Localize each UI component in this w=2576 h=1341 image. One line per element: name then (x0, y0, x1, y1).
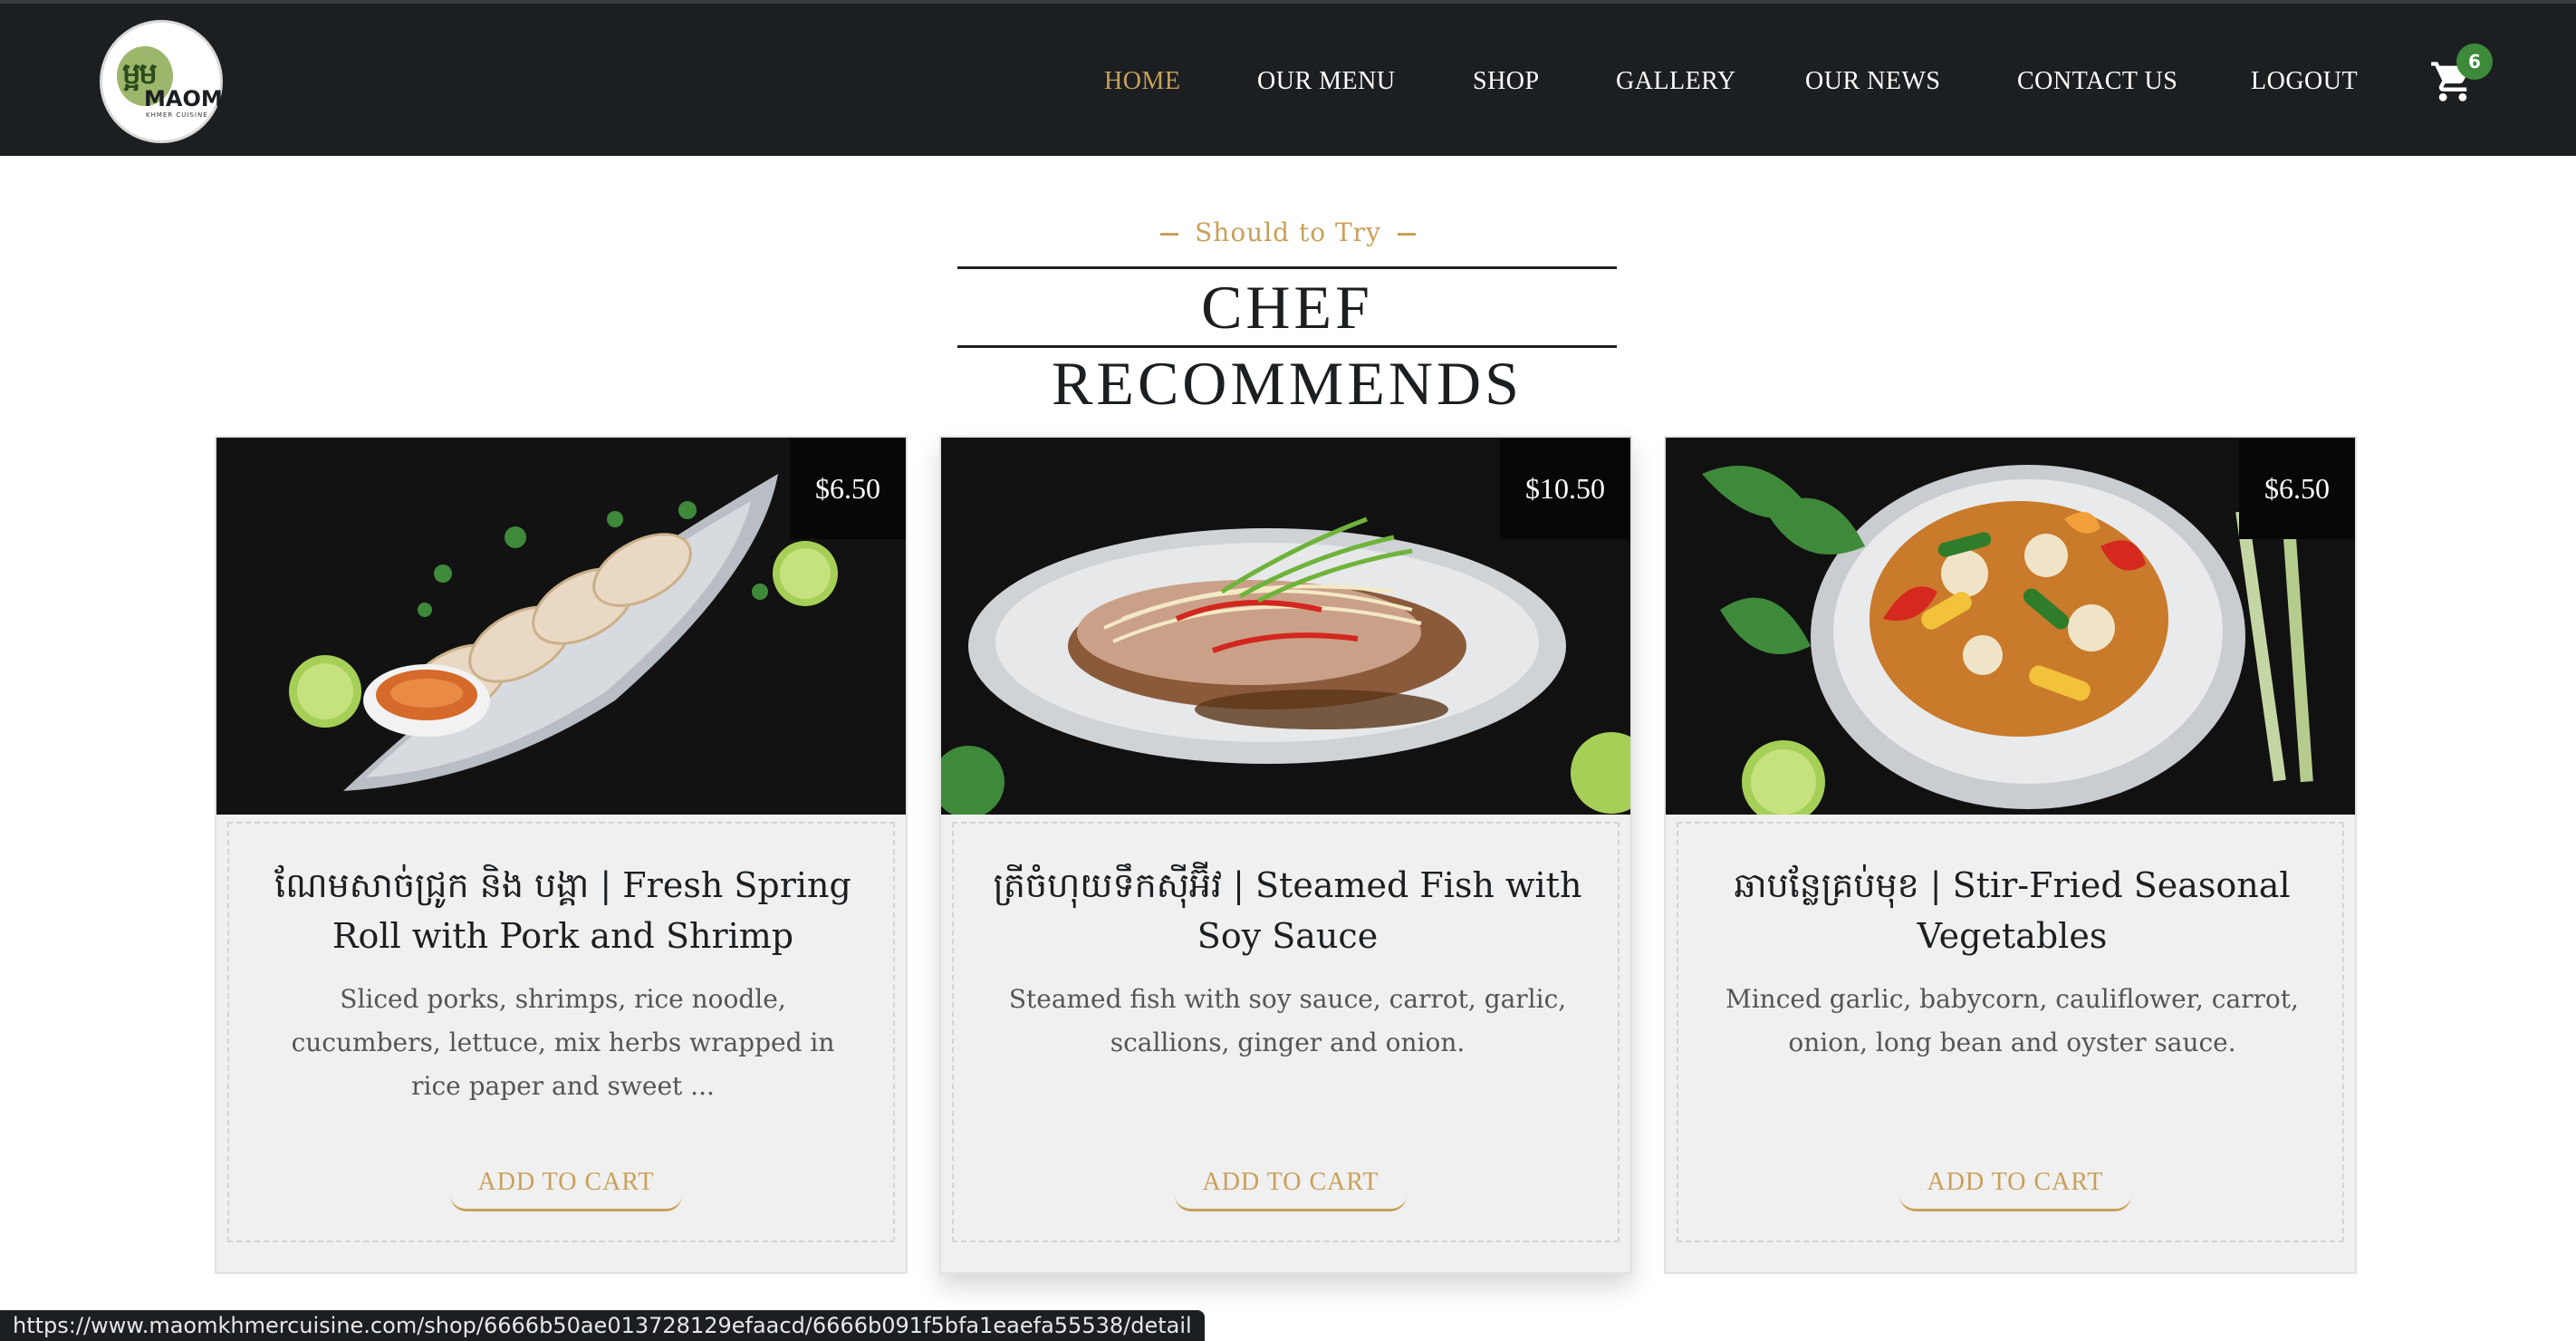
section-eyebrow: Should to Try (0, 217, 2576, 247)
nav-shop[interactable]: SHOP (1473, 67, 1540, 96)
nav-our-menu[interactable]: OUR MENU (1257, 67, 1396, 96)
cart-count-badge: 6 (2456, 43, 2493, 80)
dish-title[interactable]: ឆាបន្លែគ្រប់មុខ | Stir-Fried Seasonal Ve… (1706, 860, 2319, 961)
product-card-stir-fried-vegetables: $6.50 ឆាបន្លែគ្រប់មុខ | Stir-Fried Seaso… (1664, 436, 2357, 1274)
price-tag: $10.50 (1500, 438, 1630, 539)
card-body: ណែមសាច់ជ្រូក និង បង្គា | Fresh Spring Ro… (227, 822, 895, 1242)
dish-description: Minced garlic, babycorn, cauliflower, ca… (1725, 984, 2299, 1057)
add-to-cart-button[interactable]: ADD TO CART (1175, 1157, 1407, 1211)
card-body: ឆាបន្លែគ្រប់មុខ | Stir-Fried Seasonal Ve… (1677, 822, 2344, 1242)
nav-contact-us[interactable]: CONTACT US (2017, 67, 2177, 96)
product-card-steamed-fish: $10.50 ត្រីចំហុយទឹកស៊ីអ៊ីវ | Steamed Fis… (939, 436, 1632, 1274)
section-title: CHEF RECOMMENDS (957, 266, 1617, 418)
product-image-steamed-fish[interactable]: $10.50 (941, 438, 1630, 815)
add-to-cart-button[interactable]: ADD TO CART (450, 1157, 682, 1211)
dish-title[interactable]: ត្រីចំហុយទឹកស៊ីអ៊ីវ | Steamed Fish with … (981, 860, 1594, 961)
nav-our-news[interactable]: OUR NEWS (1805, 67, 1940, 96)
price-tag: $6.50 (2239, 438, 2355, 539)
logo-wordmark: MAOM (144, 86, 223, 111)
card-body: ត្រីចំហុយទឹកស៊ីអ៊ីវ | Steamed Fish with … (952, 822, 1620, 1242)
dish-title[interactable]: ណែមសាច់ជ្រូក និង បង្គា | Fresh Spring Ro… (256, 860, 870, 961)
nav-gallery[interactable]: GALLERY (1616, 67, 1736, 96)
product-image-stir-fried-vegetables[interactable]: $6.50 (1666, 438, 2355, 815)
eyebrow-dash-left (1160, 233, 1179, 236)
link-status-bar: https://www.maomkhmercuisine.com/shop/66… (0, 1310, 1205, 1341)
eyebrow-text: Should to Try (1195, 217, 1381, 247)
maom-logo[interactable]: ម្អម MAOM KHMER CUISINE (100, 20, 223, 143)
product-image-spring-roll[interactable]: $6.50 (216, 438, 906, 815)
nav-home[interactable]: HOME (1104, 67, 1180, 96)
nav-logout[interactable]: LOGOUT (2251, 67, 2358, 96)
price-tag: $6.50 (790, 438, 906, 539)
dish-description: Steamed fish with soy sauce, carrot, gar… (1008, 984, 1567, 1057)
logo-subtitle: KHMER CUISINE (146, 111, 208, 119)
dish-description: Sliced porks, shrimps, rice noodle, cucu… (291, 984, 835, 1101)
top-navigation-bar: ម្អម MAOM KHMER CUISINE HOME OUR MENU SH… (0, 0, 2576, 156)
product-card-spring-roll: $6.50 ណែមសាច់ជ្រូក និង បង្គា | Fresh Spr… (215, 436, 908, 1274)
eyebrow-dash-right (1397, 233, 1416, 236)
add-to-cart-button[interactable]: ADD TO CART (1899, 1157, 2131, 1211)
